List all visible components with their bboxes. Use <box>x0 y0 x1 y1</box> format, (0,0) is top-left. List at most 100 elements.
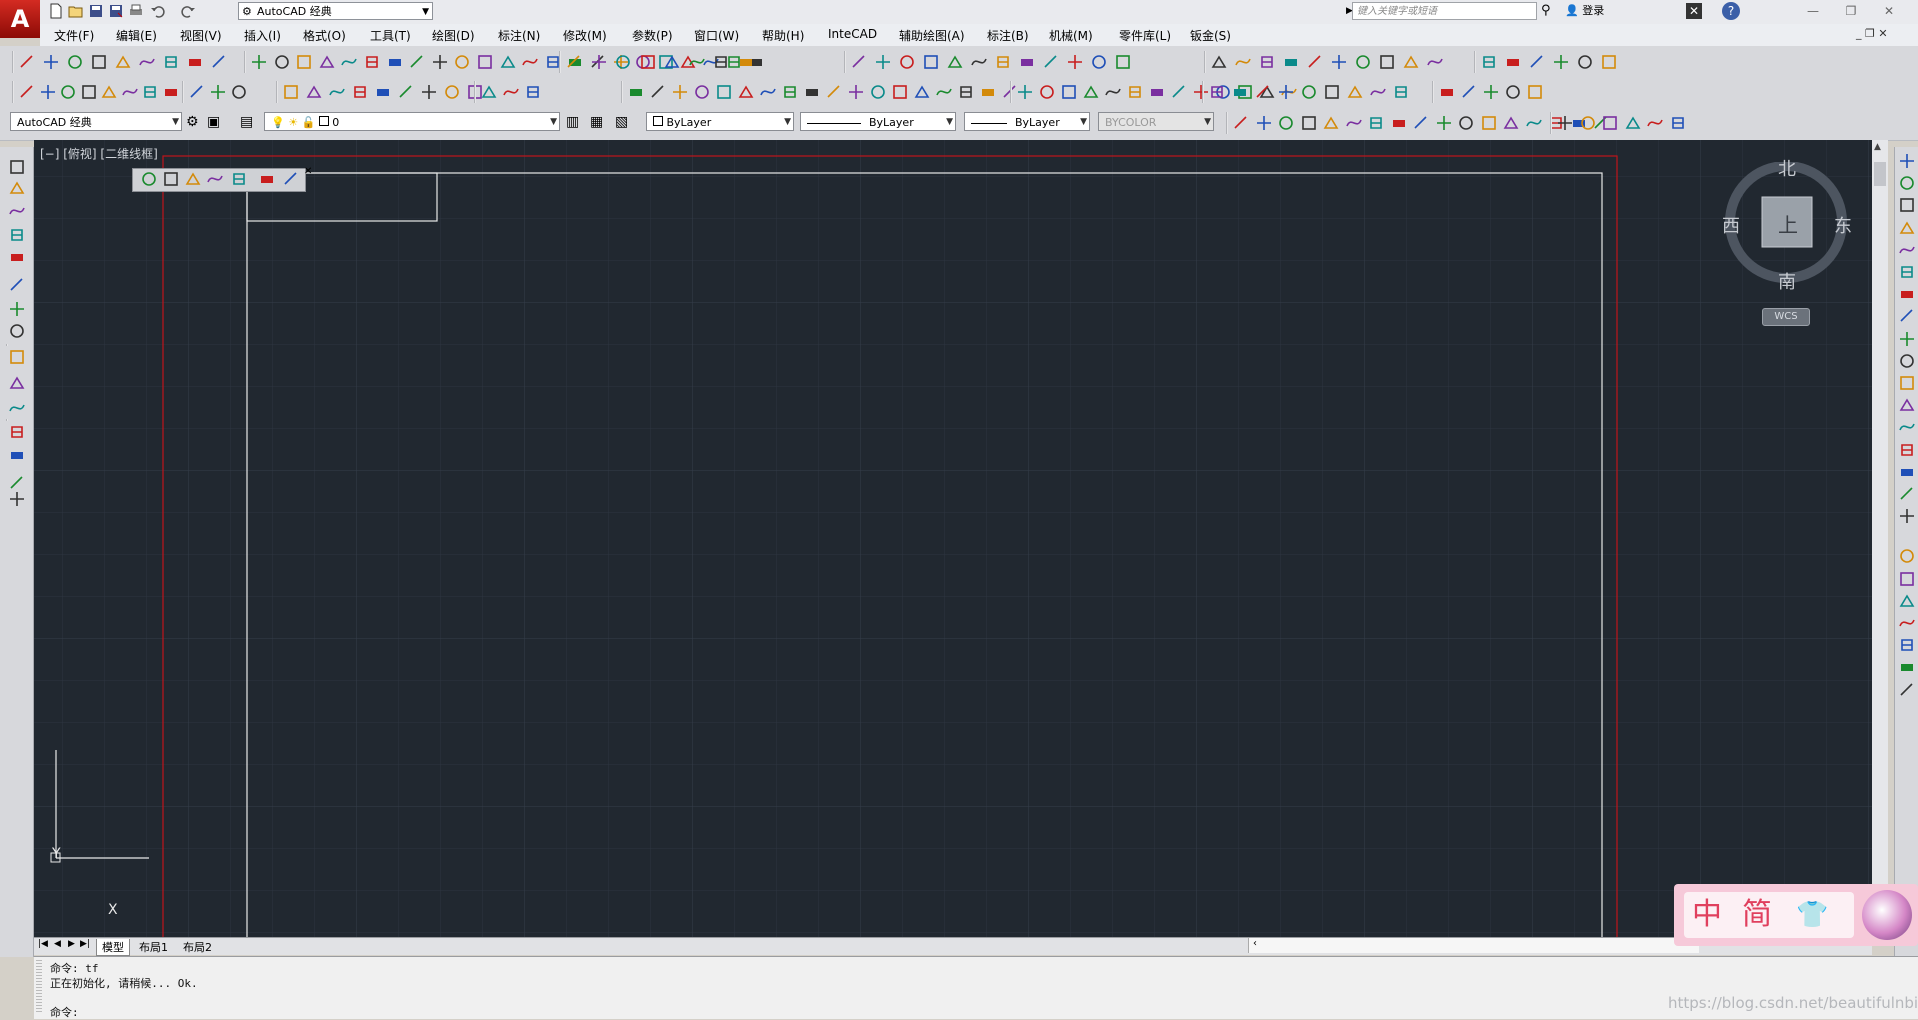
tb1-tool-48-icon[interactable] <box>1042 53 1060 71</box>
tb2-tool-47-icon[interactable] <box>1148 83 1166 101</box>
tb1-tool-10-icon[interactable] <box>273 53 291 71</box>
tb2-tool-18-icon[interactable] <box>443 83 461 101</box>
tb2-tool-60-icon[interactable] <box>1346 83 1364 101</box>
tb1-tool-55-icon[interactable] <box>1282 53 1300 71</box>
tb1-tool-59-icon[interactable] <box>1378 53 1396 71</box>
tb2-tool-59-icon[interactable] <box>1323 83 1341 101</box>
menu-item-6[interactable]: 绘图(D) <box>432 27 475 44</box>
tb1-tool-13-icon[interactable] <box>340 53 358 71</box>
right-tool-3-icon[interactable] <box>1898 219 1916 237</box>
tb1-tool-19-icon[interactable] <box>476 53 494 71</box>
view-tool-5-icon[interactable] <box>258 170 276 188</box>
left-tool-4-icon[interactable] <box>8 248 26 266</box>
tb2-tool-28-icon[interactable] <box>737 83 755 101</box>
tb1-tool-9-icon[interactable] <box>250 53 268 71</box>
open-file-icon[interactable] <box>68 3 86 19</box>
tb1-tool-56-icon[interactable] <box>1306 53 1324 71</box>
command-window-grip[interactable] <box>36 960 42 1014</box>
tb1-tool-7-icon[interactable] <box>186 53 204 71</box>
tb2-tool-33-icon[interactable] <box>847 83 865 101</box>
tb2-tool-41-icon[interactable] <box>1016 83 1034 101</box>
menu-item-15[interactable]: 机械(M) <box>1049 27 1093 44</box>
tb3-tool-13-icon[interactable] <box>1525 114 1543 132</box>
tb1-tool-50-icon[interactable] <box>1090 53 1108 71</box>
tb1-tool-43-icon[interactable] <box>922 53 940 71</box>
tab-layout1[interactable]: 布局1 <box>134 939 173 955</box>
tb2-tool-45-icon[interactable] <box>1104 83 1122 101</box>
view-tool-0-icon[interactable] <box>140 170 158 188</box>
tb2-tool-57-icon[interactable] <box>1277 83 1295 101</box>
tb2-tool-14-icon[interactable] <box>351 83 369 101</box>
menu-item-1[interactable]: 编辑(E) <box>116 27 157 44</box>
tb1-tool-46-icon[interactable] <box>994 53 1012 71</box>
wcs-menu[interactable]: WCS <box>1762 308 1810 326</box>
tb2-tool-8-icon[interactable] <box>188 83 206 101</box>
undo-icon[interactable] <box>150 3 168 19</box>
tb2-tool-30-icon[interactable] <box>781 83 799 101</box>
menu-item-12[interactable]: InteCAD <box>828 27 877 41</box>
left-tool-11-icon[interactable] <box>8 423 26 441</box>
tb1-tool-62-icon[interactable] <box>1480 53 1498 71</box>
save-icon[interactable] <box>88 3 106 19</box>
tb2-tool-62-icon[interactable] <box>1392 83 1410 101</box>
tb2-tool-0-icon[interactable] <box>18 83 36 101</box>
tb3-tool-11-icon[interactable] <box>1480 114 1498 132</box>
scroll-thumb[interactable] <box>1874 162 1886 186</box>
right-tool-23-icon[interactable] <box>1898 681 1916 699</box>
right-tool-16-icon[interactable] <box>1898 507 1916 525</box>
tab-model[interactable]: 模型 <box>96 939 130 956</box>
right-tool-11-icon[interactable] <box>1898 396 1916 414</box>
tb3-tool-9-icon[interactable] <box>1435 114 1453 132</box>
tab-nav-first-icon[interactable]: |◀ <box>38 939 48 949</box>
tb2-tool-44-icon[interactable] <box>1082 83 1100 101</box>
tb1-tool-49-icon[interactable] <box>1066 53 1084 71</box>
layer-manager-icon[interactable]: ▤ <box>240 114 253 130</box>
tb2-tool-24-icon[interactable] <box>649 83 667 101</box>
tb2-tool-42-icon[interactable] <box>1038 83 1056 101</box>
tb3-tool-12-icon[interactable] <box>1502 114 1520 132</box>
ime-skin-icon[interactable]: 👕 <box>1796 892 1828 938</box>
viewcube-east[interactable]: 东 <box>1834 212 1852 238</box>
tb1-tool-61-icon[interactable] <box>1426 53 1444 71</box>
tb1-tool-39-icon[interactable] <box>737 53 755 71</box>
tb2-tool-29-icon[interactable] <box>759 83 777 101</box>
tb1-tool-16-icon[interactable] <box>408 53 426 71</box>
tb2-tool-15-icon[interactable] <box>374 83 392 101</box>
tb1-tool-37-icon[interactable] <box>688 53 706 71</box>
tb1-tool-42-icon[interactable] <box>898 53 916 71</box>
tb3-tool-2-icon[interactable] <box>1277 114 1295 132</box>
tb2-tool-67-icon[interactable] <box>1526 83 1544 101</box>
tb1-tool-17-icon[interactable] <box>431 53 449 71</box>
color-dropdown[interactable]: ByLayer ▼ <box>646 112 794 131</box>
tb1-tool-44-icon[interactable] <box>946 53 964 71</box>
binoculars-icon[interactable]: ⚲ <box>1541 3 1551 18</box>
tb1-tool-35-icon[interactable] <box>639 53 657 71</box>
tb1-tool-63-icon[interactable] <box>1504 53 1522 71</box>
tb1-tool-1-icon[interactable] <box>42 53 60 71</box>
plot-icon[interactable] <box>128 3 146 19</box>
tb3-tool-3-icon[interactable] <box>1300 114 1318 132</box>
make-layer-current-icon[interactable]: ▥ <box>566 114 579 130</box>
tb1-tool-66-icon[interactable] <box>1576 53 1594 71</box>
right-tool-12-icon[interactable] <box>1898 418 1916 436</box>
ime-simplified-mode[interactable]: 简 <box>1742 892 1772 938</box>
tb2-tool-37-icon[interactable] <box>935 83 953 101</box>
tb1-tool-41-icon[interactable] <box>874 53 892 71</box>
view-tool-2-icon[interactable] <box>184 170 202 188</box>
tb1-tool-14-icon[interactable] <box>363 53 381 71</box>
tab-nav-prev-icon[interactable]: ◀ <box>54 939 61 949</box>
layer-previous-icon[interactable]: ▦ <box>590 114 603 130</box>
right-tool-6-icon[interactable] <box>1898 285 1916 303</box>
menu-item-2[interactable]: 视图(V) <box>180 27 222 44</box>
tb3-tool-21-icon[interactable] <box>1646 114 1664 132</box>
workspace-dropdown[interactable]: AutoCAD 经典 ▼ <box>10 112 182 131</box>
tb1-tool-53-icon[interactable] <box>1234 53 1252 71</box>
tb1-tool-21-icon[interactable] <box>521 53 539 71</box>
menu-item-5[interactable]: 工具(T) <box>370 27 411 44</box>
tb1-tool-20-icon[interactable] <box>499 53 517 71</box>
menu-item-17[interactable]: 钣金(S) <box>1190 27 1231 44</box>
right-tool-8-icon[interactable] <box>1898 330 1916 348</box>
redo-icon[interactable] <box>180 3 198 19</box>
tb2-tool-48-icon[interactable] <box>1170 83 1188 101</box>
tb3-tool-0-icon[interactable] <box>1232 114 1250 132</box>
